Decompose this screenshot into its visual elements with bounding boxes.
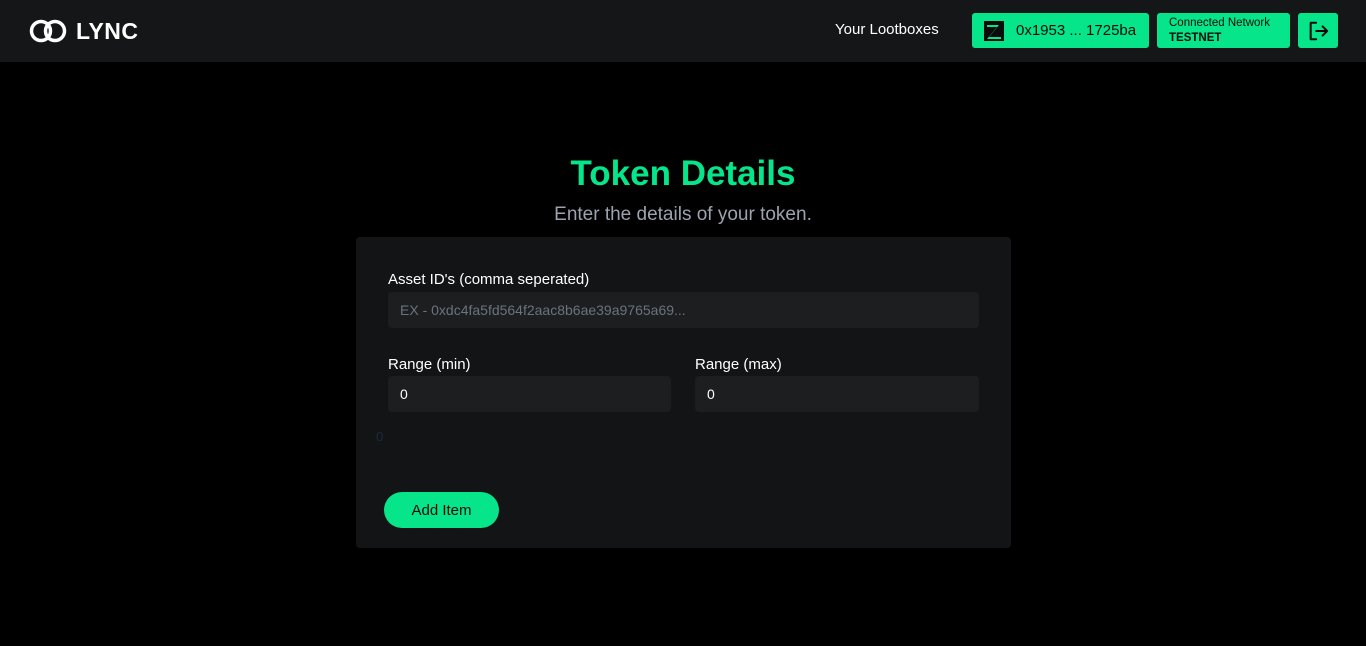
page-title: Token Details [570,154,796,193]
brand-name: LYNC [76,17,139,44]
nav-link-your-lootboxes[interactable]: Your Lootboxes [835,21,939,38]
wallet-address-text: 0x1953 ... 1725ba [1016,22,1137,39]
asset-ids-label: Asset ID's (comma seperated) [388,271,590,288]
range-min-label: Range (min) [388,356,471,373]
asset-ids-input[interactable] [388,292,979,328]
token-details-form: Asset ID's (comma seperated) Range (min)… [356,237,1011,548]
network-value: TESTNET [1169,32,1222,44]
range-max-input[interactable] [695,376,979,412]
wallet-avatar-icon [984,20,1004,41]
logout-button[interactable] [1298,13,1338,48]
add-item-button[interactable]: Add Item [384,492,499,528]
page-subtitle: Enter the details of your token. [554,204,812,225]
stray-value-text: 0 [376,429,384,444]
top-navigation-bar: LYNC Your Lootboxes 0x1953 ... 1725ba Co… [0,0,1366,62]
brand-logo[interactable]: LYNC [28,16,139,46]
connected-network-badge: Connected Network TESTNET [1157,13,1290,48]
range-min-input[interactable] [388,376,671,412]
wallet-address-button[interactable]: 0x1953 ... 1725ba [972,13,1149,48]
logout-icon [1309,21,1329,40]
network-label: Connected Network [1169,17,1270,29]
lync-logo-icon [29,19,67,43]
range-max-label: Range (max) [695,356,782,373]
